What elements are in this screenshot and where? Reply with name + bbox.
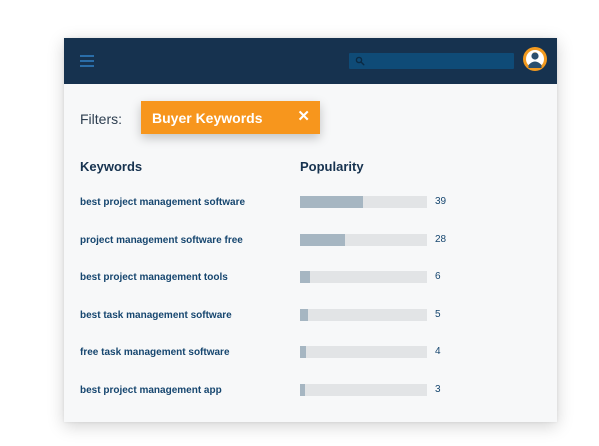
popularity-bar-track (300, 196, 427, 208)
keyword-table: best project management software 39 projec… (64, 190, 557, 415)
popularity-bar-track (300, 346, 427, 358)
close-icon[interactable]: ✕ (297, 109, 310, 125)
popularity-value: 4 (435, 346, 441, 357)
page-background: Filters: Buyer Keywords ✕ Keywords Popul… (0, 0, 599, 446)
keywords-column-header: Keywords (80, 159, 143, 174)
keyword-cell[interactable]: best project management software (80, 197, 245, 208)
avatar-figure-icon (526, 50, 544, 68)
hamburger-menu-icon[interactable] (80, 55, 94, 67)
popularity-bar-track (300, 271, 427, 283)
top-bar (64, 38, 557, 84)
popularity-value: 39 (435, 196, 447, 207)
popularity-value: 6 (435, 271, 441, 282)
filters-label: Filters: (80, 111, 122, 127)
buyer-keywords-filter-chip[interactable]: Buyer Keywords ✕ (141, 101, 320, 134)
popularity-value: 3 (435, 383, 441, 395)
keyword-cell[interactable]: project management software free (80, 235, 243, 246)
popularity-column-header: Popularity (300, 159, 364, 174)
keyword-cell[interactable]: best task management software (80, 310, 232, 321)
table-row[interactable]: project management software free 28 (64, 228, 557, 266)
keyword-cell[interactable]: free task management software (80, 347, 230, 358)
keyword-cell[interactable]: best project management tools (80, 272, 228, 283)
popularity-bar-fill (300, 383, 305, 396)
popularity-bar-fill (300, 308, 309, 321)
popularity-bar-track (300, 383, 427, 396)
table-row[interactable]: best project management app 3 (64, 378, 557, 416)
table-row[interactable]: free task management software 4 (64, 340, 557, 378)
popularity-bar-fill (300, 196, 363, 208)
app-window: Filters: Buyer Keywords ✕ Keywords Popul… (64, 38, 557, 422)
popularity-value: 28 (435, 233, 447, 245)
popularity-bar-track (300, 308, 427, 321)
table-row[interactable]: best project management software 39 (64, 190, 557, 228)
popularity-bar-track (300, 233, 427, 246)
user-avatar-icon[interactable] (523, 47, 547, 71)
filter-chip-label: Buyer Keywords (152, 110, 263, 126)
popularity-bar-fill (300, 271, 310, 283)
popularity-value: 5 (435, 308, 441, 320)
table-row[interactable]: best task management software 5 (64, 303, 557, 341)
search-input[interactable] (349, 53, 514, 69)
search-icon (355, 56, 365, 66)
table-row[interactable]: best project management tools 6 (64, 265, 557, 303)
popularity-bar-fill (300, 233, 345, 246)
popularity-bar-fill (300, 346, 307, 358)
keyword-cell[interactable]: best project management app (80, 385, 222, 396)
